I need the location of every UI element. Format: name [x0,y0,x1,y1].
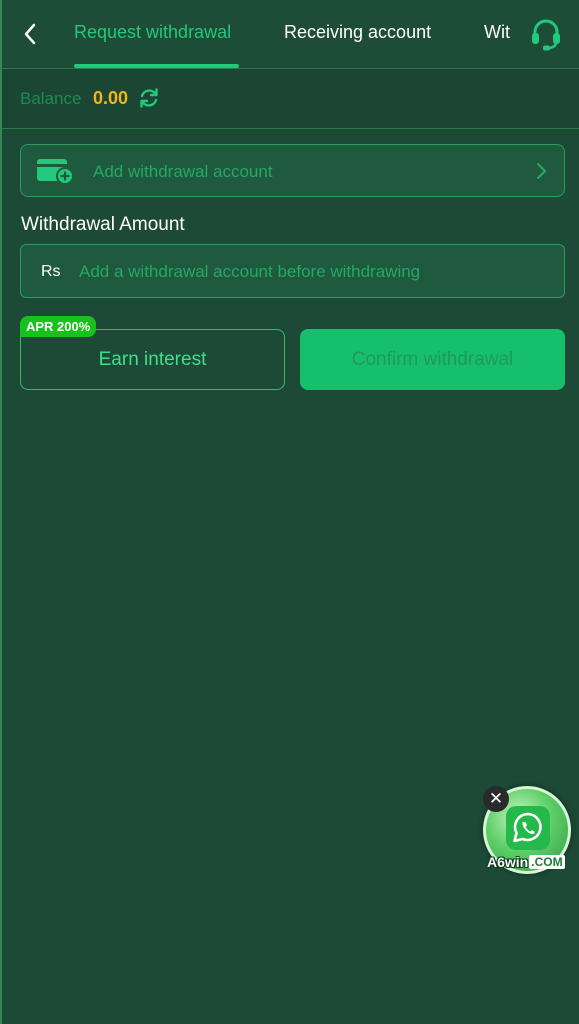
add-withdrawal-account-label: Add withdrawal account [93,162,273,181]
whatsapp-icon [506,806,550,850]
withdrawal-amount-label: Withdrawal Amount [21,214,185,235]
refresh-icon[interactable] [138,87,160,109]
tab-request-withdrawal[interactable]: Request withdrawal [74,22,231,43]
headset-icon[interactable] [529,17,563,51]
withdrawal-amount-input[interactable] [79,255,549,289]
brand-suffix: .COM [529,855,565,869]
confirm-withdrawal-button[interactable]: Confirm withdrawal [300,329,565,390]
whatsapp-floating-widget: A6win .COM ✕ [481,784,575,876]
confirm-withdrawal-label: Confirm withdrawal [351,348,514,370]
close-icon[interactable]: ✕ [483,786,509,812]
chevron-left-icon [24,23,36,45]
withdrawal-screen: Request withdrawal Receiving account Wit… [0,0,579,1024]
top-bar: Request withdrawal Receiving account Wit [2,0,579,69]
currency-symbol: Rs [41,263,61,280]
withdrawal-amount-field: Rs [20,244,565,298]
brand-name: A6win [487,854,529,870]
balance-bar [2,69,579,129]
balance-value: 0.00 [93,88,129,108]
earn-interest-button[interactable]: Earn interest [20,329,285,390]
earn-interest-label: Earn interest [98,348,207,370]
back-button[interactable] [16,20,44,48]
brand-label: A6win .COM [487,852,571,872]
tab-receiving-account[interactable]: Receiving account [284,22,431,43]
apr-badge: APR 200% [20,316,97,337]
balance-label: Balance [20,89,82,108]
active-tab-indicator [74,64,239,68]
add-withdrawal-account-button[interactable]: Add withdrawal account [20,144,565,197]
wallet-add-icon [37,156,75,186]
chevron-right-icon [534,162,548,180]
tab-withdrawal-record[interactable]: Wit [484,22,510,43]
